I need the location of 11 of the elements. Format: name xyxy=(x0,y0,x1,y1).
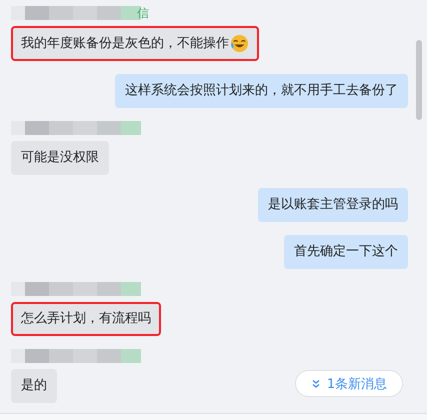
new-messages-button[interactable]: 1条新消息 xyxy=(295,370,403,397)
message-bubble: 可能是没权限 xyxy=(11,141,109,175)
message-bubble: 是的 xyxy=(11,369,57,403)
message-bubble: 怎么弄计划，有流程吗 xyxy=(11,302,161,336)
message-bubble: 是以账套主管登录的吗 xyxy=(258,188,408,222)
scrollbar-thumb[interactable] xyxy=(416,40,422,120)
message-bubble: 这样系统会按照计划来的，就不用手工去备份了 xyxy=(115,74,408,108)
sender-name: 信 xyxy=(137,6,149,20)
message-bubble: 我的年度账备份是灰色的，不能操作 xyxy=(11,26,259,61)
chevron-down-icon xyxy=(310,378,321,388)
message-bubble: 首先确定一下这个 xyxy=(284,235,408,269)
